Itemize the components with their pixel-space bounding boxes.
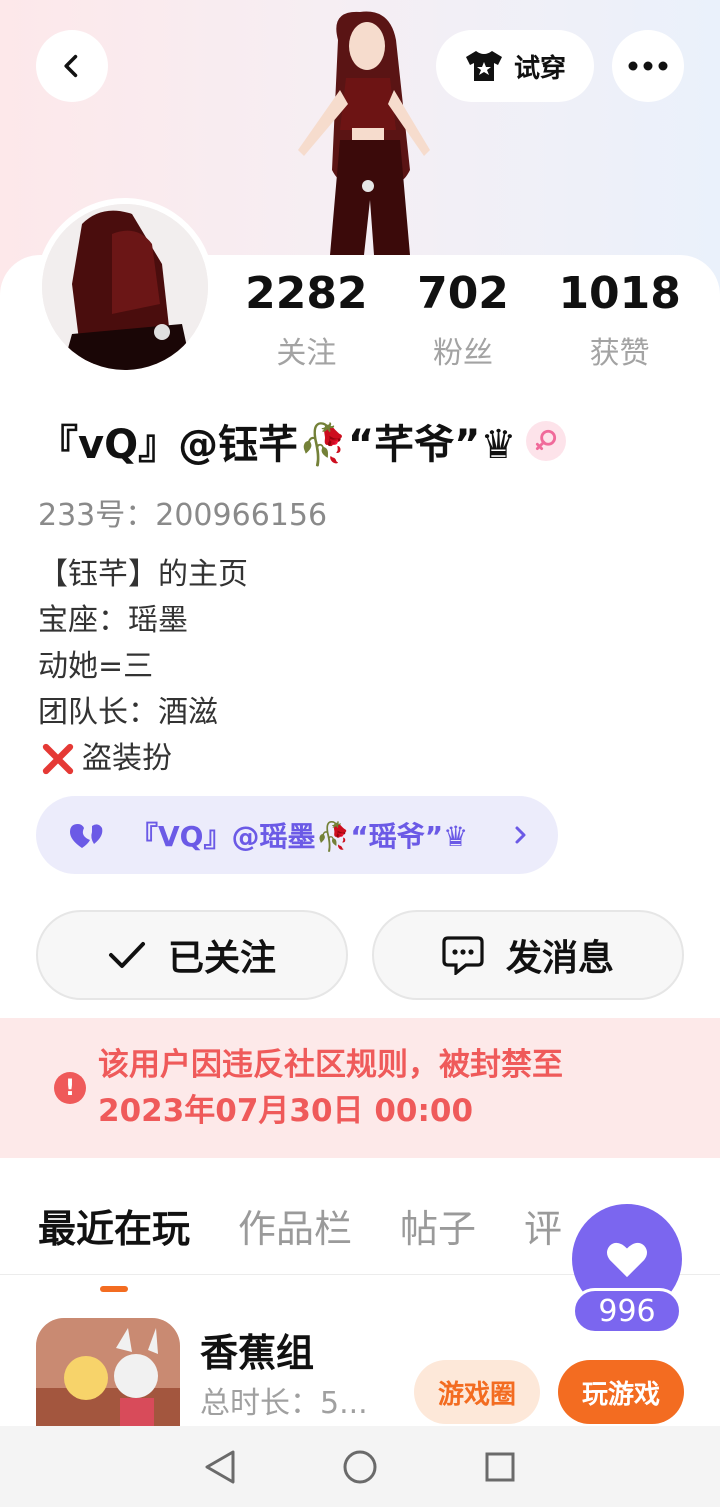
stat-value: 702 [417,268,509,319]
more-button[interactable] [612,30,684,102]
avatar-image [42,204,208,370]
bio-line: 宝座：瑶墨 [38,603,188,638]
bio-line: 动她=三 [38,649,154,684]
profile-tabs: 最近在玩 作品栏 帖子 评 [38,1198,562,1270]
stat-likes[interactable]: 1018 获赞 [541,268,698,372]
nav-back-icon[interactable] [200,1447,240,1487]
nav-home-icon[interactable] [340,1447,380,1487]
game-circle-button[interactable]: 游戏圈 [414,1360,540,1424]
stat-followers[interactable]: 702 粉丝 [385,268,542,372]
tshirt-icon [465,51,502,81]
profile-page: 试穿 2282 关注 702 粉丝 1018 获赞 『vQ』@钰芊🥀“芊爷”♛ … [0,0,720,1507]
back-button[interactable] [36,30,108,102]
tab-reviews[interactable]: 评 [524,1198,562,1270]
back-icon [64,54,78,78]
try-on-button[interactable]: 试穿 [436,30,594,102]
chat-icon [442,936,484,975]
check-icon [108,942,145,968]
bio-line-last: 盗装扮 [38,736,248,782]
message-label: 发消息 [505,938,614,979]
tab-posts[interactable]: 帖子 [400,1198,476,1270]
ban-line: 2023年07月30日 00:00 [98,1093,474,1129]
stat-label: 获赞 [589,336,650,371]
stat-label: 粉丝 [433,336,493,371]
more-icon [628,61,668,71]
user-id: 233号：200966156 [38,498,328,533]
play-game-button[interactable]: 玩游戏 [558,1360,684,1424]
nickname: 『vQ』@钰芊🥀“芊爷”♛ [38,422,517,468]
heart-icon [607,1242,647,1278]
x-mark-icon [38,739,78,779]
game-play-time: 总时长：5... [200,1386,368,1421]
bio-text: 盗装扮 [82,741,172,776]
ban-line: 该用户因违反社区规则，被封禁至 [98,1047,563,1083]
chevron-right-icon [515,826,526,844]
avatar[interactable] [36,198,214,376]
bio-line: 【钰芊】的主页 [38,557,248,592]
follow-button[interactable]: 已关注 [36,910,348,1000]
stats-row: 2282 关注 702 粉丝 1018 获赞 [228,268,698,372]
follow-label: 已关注 [167,938,276,979]
game-name: 香蕉组 [200,1331,315,1375]
game-list-item[interactable]: 香蕉组 总时长：5... 游戏圈 玩游戏 [36,1318,686,1462]
try-on-label: 试穿 [513,53,566,84]
message-button[interactable]: 发消息 [372,910,684,1000]
female-icon [526,421,567,461]
cp-label: 『VQ』@瑶墨🥀“瑶爷”♛ [130,820,469,853]
system-nav-bar [0,1426,720,1507]
heart-icon [70,824,103,848]
ban-notice: ! 该用户因违反社区规则，被封禁至 2023年07月30日 00:00 [0,1018,720,1158]
stat-following[interactable]: 2282 关注 [228,268,385,372]
tab-works[interactable]: 作品栏 [238,1198,352,1270]
nav-recent-icon[interactable] [480,1447,520,1487]
avatar-figure-image [298,11,430,255]
name-row: 『vQ』@钰芊🥀“芊爷”♛ [38,412,567,470]
stat-label: 关注 [276,336,337,371]
cp-link[interactable]: 『VQ』@瑶墨🥀“瑶爷”♛ [36,796,558,874]
alert-icon: ! [54,1072,86,1104]
tab-recently-played[interactable]: 最近在玩 [38,1198,190,1270]
bio: 【钰芊】的主页 宝座：瑶墨 动她=三 团队长：酒滋 盗装扮 [38,552,248,782]
ban-text: 该用户因违反社区规则，被封禁至 2023年07月30日 00:00 [98,1042,563,1134]
bio-line: 团队长：酒滋 [38,695,218,730]
stat-value: 2282 [245,268,368,319]
stat-value: 1018 [558,268,681,319]
